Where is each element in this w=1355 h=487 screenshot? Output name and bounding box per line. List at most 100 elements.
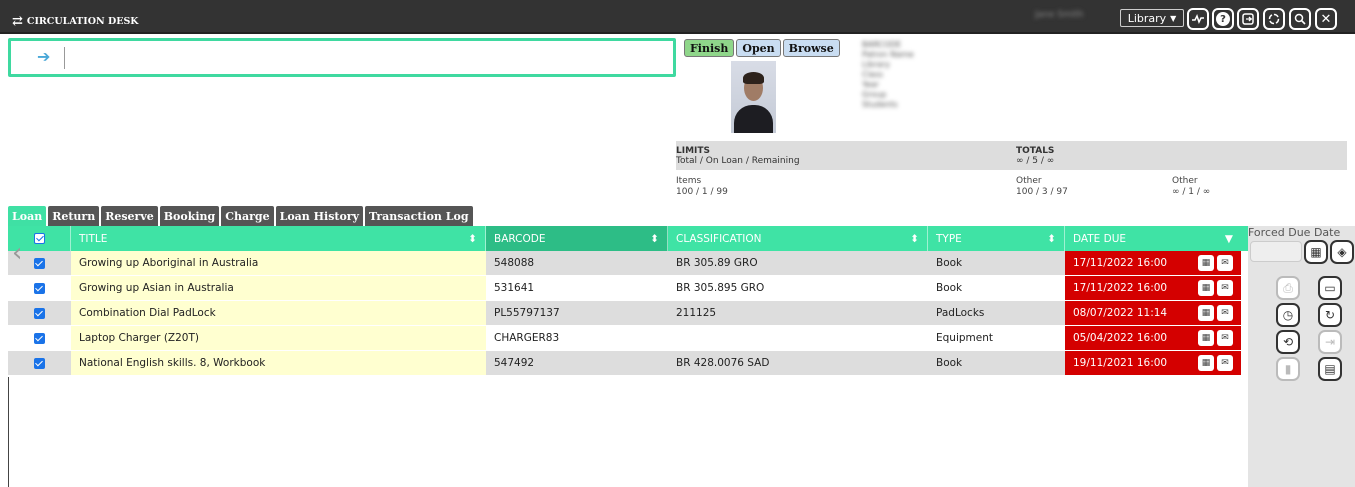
calendar-icon[interactable]: ▦ xyxy=(1304,240,1328,264)
close-icon[interactable]: ✕ xyxy=(1315,8,1337,30)
print-icon: ⎙ xyxy=(1276,276,1300,300)
table-row[interactable]: National English skills. 8, Workbook 547… xyxy=(8,351,1248,376)
mail-icon[interactable]: ✉ xyxy=(1217,280,1233,296)
row-checkbox[interactable] xyxy=(34,357,45,369)
search-icon[interactable] xyxy=(1289,8,1311,30)
open-button[interactable]: Open xyxy=(736,39,781,57)
text-caret xyxy=(64,47,65,69)
mail-icon[interactable]: ✉ xyxy=(1217,355,1233,371)
items-label: Items xyxy=(676,176,702,186)
tab-reserve[interactable]: Reserve xyxy=(101,206,158,226)
col-barcode[interactable]: BARCODE ⬍ xyxy=(486,226,668,251)
finish-button[interactable]: Finish xyxy=(684,39,735,57)
row-barcode: 547492 xyxy=(486,351,668,375)
sort-icon: ⬍ xyxy=(910,232,919,245)
row-checkbox[interactable] xyxy=(34,332,45,344)
calendar-icon[interactable]: ▦ xyxy=(1198,280,1214,296)
tab-loan-history[interactable]: Loan History xyxy=(275,206,363,226)
patron-info-line: Year xyxy=(862,80,879,89)
library-select-label: Library xyxy=(1127,11,1167,25)
books-icon[interactable]: ▤ xyxy=(1318,357,1342,381)
row-barcode: PL55797137 xyxy=(486,301,668,325)
col-date-due[interactable]: DATE DUE ▼ xyxy=(1065,226,1241,251)
row-type: Book xyxy=(928,351,1065,375)
patron-info-line: Class xyxy=(862,70,884,79)
select-all-checkbox[interactable] xyxy=(34,233,45,244)
calendar-icon[interactable]: ▦ xyxy=(1198,355,1214,371)
transfer-icon: ⇥ xyxy=(1318,330,1342,354)
sync-icon[interactable] xyxy=(1263,8,1285,30)
items-count: Items 100 / 1 / 99 xyxy=(676,176,728,198)
calendar-icon[interactable]: ▦ xyxy=(1198,305,1214,321)
app-title: ⇄ CIRCULATION DESK xyxy=(12,14,139,29)
row-title: Growing up Aboriginal in Australia xyxy=(71,251,486,275)
limits-sub: Total / On Loan / Remaining xyxy=(676,156,800,166)
activity-icon[interactable] xyxy=(1187,8,1209,30)
patron-info-line: Students xyxy=(862,100,898,109)
items-value: 100 / 1 / 99 xyxy=(676,187,728,197)
row-classification: BR 305.89 GRO xyxy=(668,251,928,275)
mail-icon[interactable]: ✉ xyxy=(1217,330,1233,346)
mail-icon[interactable]: ✉ xyxy=(1217,255,1233,271)
renew-icon[interactable]: ↻ xyxy=(1318,303,1342,327)
row-type: Equipment xyxy=(936,332,993,344)
receipt-icon[interactable]: ▭ xyxy=(1318,276,1342,300)
col-title[interactable]: TITLE ⬍ xyxy=(71,226,486,251)
mail-icon[interactable]: ✉ xyxy=(1217,305,1233,321)
tab-charge[interactable]: Charge xyxy=(221,206,274,226)
col-classification-label: CLASSIFICATION xyxy=(676,232,762,245)
row-barcode: 531641 xyxy=(494,282,535,294)
patron-photo xyxy=(731,61,776,133)
tab-loan[interactable]: Loan xyxy=(8,206,47,226)
clear-date-icon[interactable]: ◈ xyxy=(1330,240,1354,264)
other-label: Other xyxy=(1016,176,1042,186)
row-title: Laptop Charger (Z20T) xyxy=(71,326,486,350)
chevron-left-icon[interactable]: ‹ xyxy=(12,240,30,266)
table-row[interactable]: Growing up Asian in Australia 531641 BR … xyxy=(8,276,1248,301)
side-panel: Forced Due Date ▦ ◈ ⎙ ▭ ◷ ↻ ⟲ ⇥ ▮ ▤ xyxy=(1248,226,1355,487)
col-barcode-label: BARCODE xyxy=(494,232,546,245)
table-row[interactable]: Combination Dial PadLock PL55797137 2111… xyxy=(8,301,1248,326)
logout-icon[interactable] xyxy=(1237,8,1259,30)
tab-booking[interactable]: Booking xyxy=(159,206,220,226)
help-icon[interactable]: ? xyxy=(1212,8,1234,30)
row-date-due: 17/11/2022 16:00 ▦ ✉ xyxy=(1065,251,1241,275)
col-title-label: TITLE xyxy=(79,232,108,245)
table-row[interactable]: Growing up Aboriginal in Australia 54808… xyxy=(8,251,1248,276)
undo-icon[interactable]: ⟲ xyxy=(1276,330,1300,354)
sort-icon: ⬍ xyxy=(650,232,659,245)
row-classification: BR 428.0076 SAD xyxy=(668,351,928,375)
caret-down-icon: ▼ xyxy=(1224,232,1233,245)
forced-due-date-label: Forced Due Date xyxy=(1248,226,1341,239)
col-date-due-label: DATE DUE xyxy=(1073,232,1127,245)
left-border-line xyxy=(8,377,9,487)
browse-button[interactable]: Browse xyxy=(782,39,840,57)
scan-input-box[interactable]: ➔ xyxy=(8,38,676,77)
col-classification[interactable]: CLASSIFICATION ⬍ xyxy=(668,226,928,251)
row-due-text: 17/11/2022 16:00 xyxy=(1073,257,1168,269)
user-name: Jane Smith xyxy=(1035,10,1084,20)
row-due-text: 19/11/2021 16:00 xyxy=(1073,357,1168,369)
calendar-icon[interactable]: ▦ xyxy=(1198,255,1214,271)
swap-icon: ⇄ xyxy=(12,14,23,29)
totals-label: TOTALS xyxy=(1016,146,1055,156)
renew-date-icon[interactable]: ◷ xyxy=(1276,303,1300,327)
book-icon: ▮ xyxy=(1276,357,1300,381)
col-type[interactable]: TYPE ⬍ xyxy=(928,226,1065,251)
forced-due-date-input[interactable] xyxy=(1250,241,1302,262)
row-checkbox[interactable] xyxy=(34,307,45,319)
library-select[interactable]: Library ▼ xyxy=(1120,9,1184,27)
row-checkbox[interactable] xyxy=(34,282,45,294)
calendar-icon[interactable]: ▦ xyxy=(1198,330,1214,346)
tab-return[interactable]: Return xyxy=(48,206,100,226)
row-type: PadLocks xyxy=(928,301,1065,325)
limits-label: LIMITS xyxy=(676,146,711,156)
row-checkbox[interactable] xyxy=(34,257,45,269)
table-row[interactable]: Laptop Charger (Z20T) CHARGER83 Equipmen… xyxy=(8,326,1248,351)
row-type: Book xyxy=(936,282,963,294)
row-classification: BR 305.895 GRO xyxy=(676,282,765,294)
caret-down-icon: ▼ xyxy=(1170,13,1177,23)
patron-info: BARCODE Patron Name Library Class Year G… xyxy=(862,40,957,120)
sort-icon: ⬍ xyxy=(468,232,477,245)
tab-transaction-log[interactable]: Transaction Log xyxy=(365,206,473,226)
